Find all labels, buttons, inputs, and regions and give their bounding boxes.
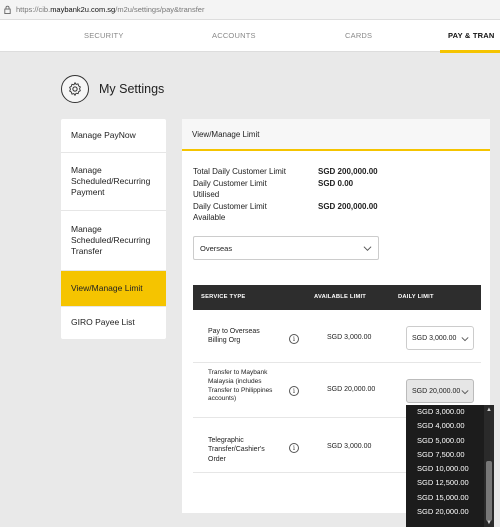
sidebar-item-label: GIRO Payee List <box>71 317 135 328</box>
dropdown-option[interactable]: SGD 20,000.00 <box>406 505 494 519</box>
limit-row-total: Total Daily Customer Limit SGD 200,000.0… <box>193 166 378 177</box>
daily-limit-value: SGD 20,000.00 <box>412 387 461 395</box>
daily-limit-dropdown: SGD 3,000.00 SGD 4,000.00 SGD 5,000.00 S… <box>406 405 494 527</box>
service-type: Transfer to Maybank Malaysia (includes T… <box>208 369 273 403</box>
available-limit: SGD 3,000.00 <box>327 334 372 341</box>
top-navigation: SECURITY ACCOUNTS CARDS PAY & TRAN <box>0 20 500 52</box>
url-prefix: https://cib. <box>16 5 51 14</box>
available-limit: SGD 20,000.00 <box>327 386 376 393</box>
sidebar-item-scheduled-payment[interactable]: Manage Scheduled/Recurring Payment <box>61 153 166 211</box>
address-bar[interactable]: https://cib. maybank2u.com.sg/m2u/setting… <box>0 0 500 20</box>
tab-pay-transfer[interactable]: PAY & TRAN <box>448 31 494 40</box>
info-icon[interactable]: i <box>289 386 299 396</box>
dropdown-option[interactable]: SGD 4,000.00 <box>406 419 494 433</box>
region-select-value: Overseas <box>200 243 233 253</box>
service-type: Pay to Overseas Billing Org <box>208 328 260 345</box>
tab-cards[interactable]: CARDS <box>345 31 372 40</box>
column-header-service-type: SERVICE TYPE <box>201 294 246 300</box>
settings-header: My Settings <box>61 75 164 103</box>
info-icon[interactable]: i <box>289 334 299 344</box>
daily-limit-select[interactable]: SGD 20,000.00 <box>406 379 474 403</box>
dropdown-scrollbar[interactable]: ▲ ▼ <box>484 405 494 527</box>
sidebar-item-view-manage-limit[interactable]: View/Manage Limit <box>61 271 166 307</box>
active-tab-indicator <box>440 50 500 53</box>
daily-limit-select[interactable]: SGD 3,000.00 <box>406 326 474 350</box>
dropdown-option[interactable]: SGD 3,000.00 <box>406 405 494 419</box>
scrollbar-thumb[interactable] <box>486 461 492 521</box>
limit-row-utilised: Daily Customer Limit Utilised SGD 0.00 <box>193 178 378 200</box>
sidebar-item-giro-payee-list[interactable]: GIRO Payee List <box>61 307 166 339</box>
tab-security[interactable]: SECURITY <box>84 31 124 40</box>
sidebar-item-label: Manage Scheduled/Recurring Payment <box>71 164 151 198</box>
sidebar-item-label: View/Manage Limit <box>71 282 143 293</box>
limit-value: SGD 200,000.00 <box>318 167 378 176</box>
tab-accounts[interactable]: ACCOUNTS <box>212 31 256 40</box>
sidebar-item-label: Manage PayNow <box>71 129 136 140</box>
gear-icon <box>61 75 89 103</box>
scroll-up-icon[interactable]: ▲ <box>486 407 492 413</box>
settings-sidebar: Manage PayNow Manage Scheduled/Recurring… <box>61 119 166 339</box>
url-path: /m2u/settings/pay&transfer <box>115 5 205 14</box>
panel-title: View/Manage Limit <box>182 119 490 151</box>
lock-icon <box>4 5 11 14</box>
limit-label: Daily Customer Limit Utilised <box>193 179 267 199</box>
info-icon[interactable]: i <box>289 443 299 453</box>
dropdown-option[interactable]: SGD 5,000.00 <box>406 434 494 448</box>
dropdown-option[interactable]: SGD 7,500.00 <box>406 448 494 462</box>
chevron-down-icon <box>461 337 469 342</box>
dropdown-option[interactable]: SGD 12,500.00 <box>406 476 494 490</box>
dropdown-option[interactable]: SGD 10,000.00 <box>406 462 494 476</box>
available-limit: SGD 3,000.00 <box>327 443 372 450</box>
table-row: Pay to Overseas Billing Org i SGD 3,000.… <box>193 317 481 363</box>
sidebar-item-scheduled-transfer[interactable]: Manage Scheduled/Recurring Transfer <box>61 211 166 271</box>
limit-table-header: SERVICE TYPE AVAILABLE LIMIT DAILY LIMIT <box>193 285 481 310</box>
limit-value: SGD 200,000.00 <box>318 202 378 211</box>
limit-summary: Total Daily Customer Limit SGD 200,000.0… <box>193 166 378 224</box>
scroll-down-icon[interactable]: ▼ <box>486 520 492 526</box>
limit-label: Total Daily Customer Limit <box>193 167 286 176</box>
sidebar-item-manage-paynow[interactable]: Manage PayNow <box>61 119 166 153</box>
dropdown-option[interactable]: SGD 15,000.00 <box>406 491 494 505</box>
chevron-down-icon <box>461 390 469 395</box>
limit-value: SGD 0.00 <box>318 179 354 188</box>
service-type: Telegraphic Transfer/Cashier's Order <box>208 437 265 463</box>
page-title: My Settings <box>99 82 165 96</box>
limit-label: Daily Customer Limit Available <box>193 202 267 222</box>
daily-limit-value: SGD 3,000.00 <box>412 334 457 342</box>
column-header-available-limit: AVAILABLE LIMIT <box>314 294 367 300</box>
chevron-down-icon <box>363 246 372 252</box>
region-select[interactable]: Overseas <box>193 236 379 260</box>
column-header-daily-limit: DAILY LIMIT <box>398 294 434 300</box>
url-domain: maybank2u.com.sg <box>50 5 116 14</box>
sidebar-item-label: Manage Scheduled/Recurring Transfer <box>71 223 151 257</box>
limit-row-available: Daily Customer Limit Available SGD 200,0… <box>193 201 378 223</box>
